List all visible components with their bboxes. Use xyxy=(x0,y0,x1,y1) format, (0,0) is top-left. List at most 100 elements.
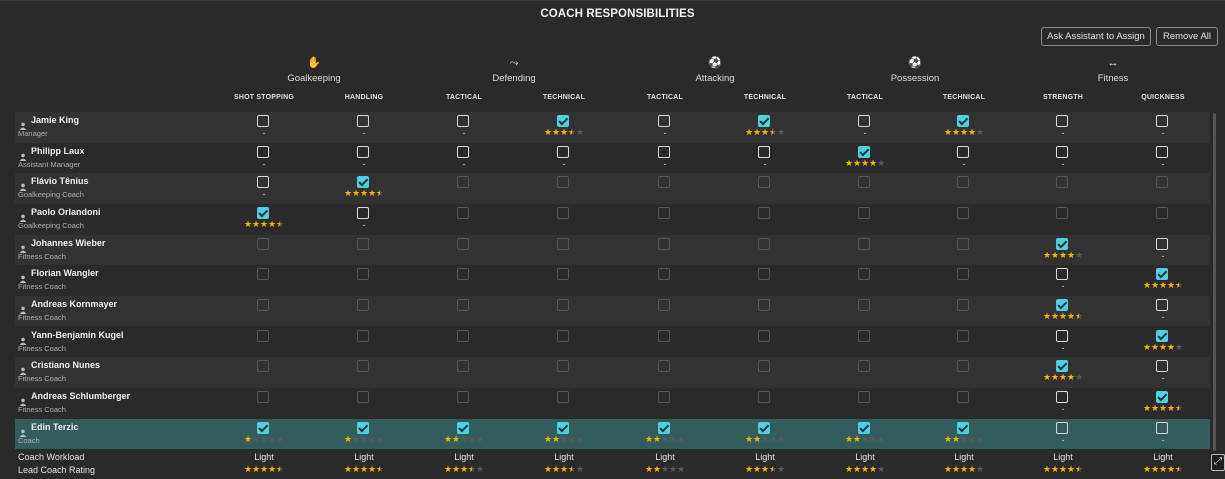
responsibility-checkbox[interactable] xyxy=(1056,298,1068,311)
responsibility-checkbox[interactable] xyxy=(758,115,770,127)
responsibility-checkbox[interactable] xyxy=(357,206,369,219)
responsibility-checkbox xyxy=(1156,176,1168,189)
star-icon: ★ xyxy=(960,127,969,137)
coach-name[interactable]: Andreas Kornmayer xyxy=(31,299,117,309)
responsibility-cell xyxy=(414,235,514,266)
coach-name[interactable]: Philipp Laux xyxy=(31,146,85,156)
responsibility-checkbox[interactable] xyxy=(557,421,569,434)
column-header: QUICKNESS xyxy=(1141,94,1185,101)
responsibility-checkbox[interactable] xyxy=(1056,360,1068,373)
responsibility-checkbox[interactable] xyxy=(957,421,969,434)
coach-row[interactable]: Edin Terzic Coach ★★★★★ ★★★★★ ★★★★★ ★★★★★ ★★★★… xyxy=(15,418,1210,450)
coach-rating-stars: ★★★★★ xyxy=(1113,402,1213,413)
expand-icon[interactable]: ⤢ xyxy=(1211,454,1225,471)
coach-row[interactable]: Philipp Laux Assistant Manager - - - - - - ★★★★★… xyxy=(15,143,1210,174)
star-icon: ★ xyxy=(869,464,878,475)
responsibility-checkbox xyxy=(257,298,269,311)
ask-assistant-button[interactable]: Ask Assistant to Assign xyxy=(1041,27,1151,46)
responsibility-checkbox[interactable] xyxy=(257,206,269,219)
star-icon: ★ xyxy=(560,433,569,444)
responsibility-checkbox[interactable] xyxy=(658,145,670,158)
coach-rating-stars: ★★★★★ xyxy=(514,433,614,444)
coach-name[interactable]: Jamie King xyxy=(31,115,79,125)
coach-name[interactable]: Johannes Wieber xyxy=(31,238,105,248)
column-header: TACTICAL xyxy=(445,94,483,101)
responsibility-cell: - xyxy=(314,204,414,235)
responsibility-checkbox[interactable] xyxy=(858,115,870,127)
responsibility-checkbox[interactable] xyxy=(1156,237,1168,250)
responsibility-cell xyxy=(314,388,414,419)
responsibility-checkbox[interactable] xyxy=(1156,115,1168,127)
responsibility-checkbox[interactable] xyxy=(1156,421,1168,434)
star-icon: ★ xyxy=(1043,310,1052,321)
responsibility-checkbox[interactable] xyxy=(957,145,969,158)
coach-name[interactable]: Yann-Benjamin Kugel xyxy=(31,330,124,340)
responsibility-checkbox[interactable] xyxy=(1156,360,1168,373)
responsibility-checkbox[interactable] xyxy=(357,145,369,158)
coach-row[interactable]: Jamie King Manager - - - ★★★★★ - ★★★★★ - ★★★★★ - - xyxy=(15,112,1210,143)
coach-row[interactable]: Johannes Wieber Fitness Coach ★★★★★ - xyxy=(15,234,1210,266)
responsibility-cell xyxy=(414,357,514,388)
responsibility-checkbox[interactable] xyxy=(1056,421,1068,434)
responsibility-checkbox[interactable] xyxy=(257,115,269,127)
responsibility-checkbox[interactable] xyxy=(1156,145,1168,158)
person-icon xyxy=(19,209,27,222)
star-icon: ★ xyxy=(661,464,670,475)
responsibility-checkbox[interactable] xyxy=(357,421,369,434)
coach-row[interactable]: Florian Wangler Fitness Coach - ★★★★★ xyxy=(15,265,1210,296)
coach-row[interactable]: Flávio Tênius Goalkeeping Coach - ★★★★★ xyxy=(15,173,1210,204)
responsibility-cell xyxy=(815,235,915,266)
responsibility-checkbox[interactable] xyxy=(1156,329,1168,342)
responsibility-checkbox[interactable] xyxy=(457,421,469,434)
responsibility-checkbox[interactable] xyxy=(1056,268,1068,281)
responsibility-checkbox[interactable] xyxy=(257,176,269,189)
responsibility-checkbox[interactable] xyxy=(357,176,369,189)
star-icon: ★ xyxy=(352,464,361,475)
coach-rating-stars: ★★★★★ xyxy=(914,128,1014,137)
responsibility-checkbox[interactable] xyxy=(658,421,670,434)
responsibility-checkbox[interactable] xyxy=(858,421,870,434)
coach-name[interactable]: Edin Terzic xyxy=(31,422,78,432)
responsibility-checkbox[interactable] xyxy=(1056,237,1068,250)
responsibility-checkbox[interactable] xyxy=(858,145,870,158)
coach-name[interactable]: Paolo Orlandoni xyxy=(31,207,101,217)
coach-rating-stars: ★★★★★ xyxy=(715,434,815,444)
coach-row[interactable]: Andreas Kornmayer Fitness Coach ★★★★★ - xyxy=(15,295,1210,327)
responsibility-checkbox[interactable] xyxy=(957,115,969,127)
responsibility-checkbox[interactable] xyxy=(557,145,569,158)
responsibility-checkbox[interactable] xyxy=(1056,329,1068,342)
responsibility-checkbox[interactable] xyxy=(557,115,569,127)
responsibility-checkbox[interactable] xyxy=(457,145,469,158)
responsibility-checkbox xyxy=(658,268,670,281)
remove-all-button[interactable]: Remove All xyxy=(1156,27,1218,46)
responsibility-checkbox[interactable] xyxy=(758,145,770,158)
star-icon: ★ xyxy=(1159,402,1168,413)
responsibility-checkbox[interactable] xyxy=(1056,115,1068,127)
responsibility-checkbox xyxy=(557,329,569,342)
coach-name[interactable]: Flávio Tênius xyxy=(31,176,89,186)
responsibility-checkbox[interactable] xyxy=(1156,390,1168,403)
responsibility-checkbox[interactable] xyxy=(1056,145,1068,158)
coach-row[interactable]: Yann-Benjamin Kugel Fitness Coach - ★★★★★ xyxy=(15,327,1210,358)
responsibility-checkbox[interactable] xyxy=(257,145,269,158)
coach-name[interactable]: Andreas Schlumberger xyxy=(31,391,130,401)
scrollbar[interactable] xyxy=(1213,113,1216,451)
coach-row[interactable]: Cristiano Nunes Fitness Coach ★★★★★ - xyxy=(15,357,1210,388)
responsibility-checkbox[interactable] xyxy=(1156,268,1168,281)
responsibility-checkbox[interactable] xyxy=(1156,298,1168,311)
responsibility-checkbox[interactable] xyxy=(357,115,369,127)
responsibility-checkbox xyxy=(658,176,670,189)
responsibility-checkbox[interactable] xyxy=(758,421,770,434)
responsibility-checkbox[interactable] xyxy=(457,115,469,127)
coach-name[interactable]: Cristiano Nunes xyxy=(31,360,100,370)
coach-name[interactable]: Florian Wangler xyxy=(31,268,99,278)
coach-rating-stars: ★★★★★ xyxy=(615,434,715,444)
star-icon: ★ xyxy=(1175,402,1184,413)
star-icon: ★ xyxy=(944,127,953,137)
coach-row[interactable]: Andreas Schlumberger Fitness Coach - ★★★★★ xyxy=(15,388,1210,419)
responsibility-checkbox[interactable] xyxy=(658,115,670,127)
responsibility-checkbox[interactable] xyxy=(1056,390,1068,403)
coach-row[interactable]: Paolo Orlandoni Goalkeeping Coach ★★★★★ - xyxy=(15,204,1210,235)
responsibility-checkbox[interactable] xyxy=(257,421,269,434)
star-icon: ★ xyxy=(368,433,377,444)
